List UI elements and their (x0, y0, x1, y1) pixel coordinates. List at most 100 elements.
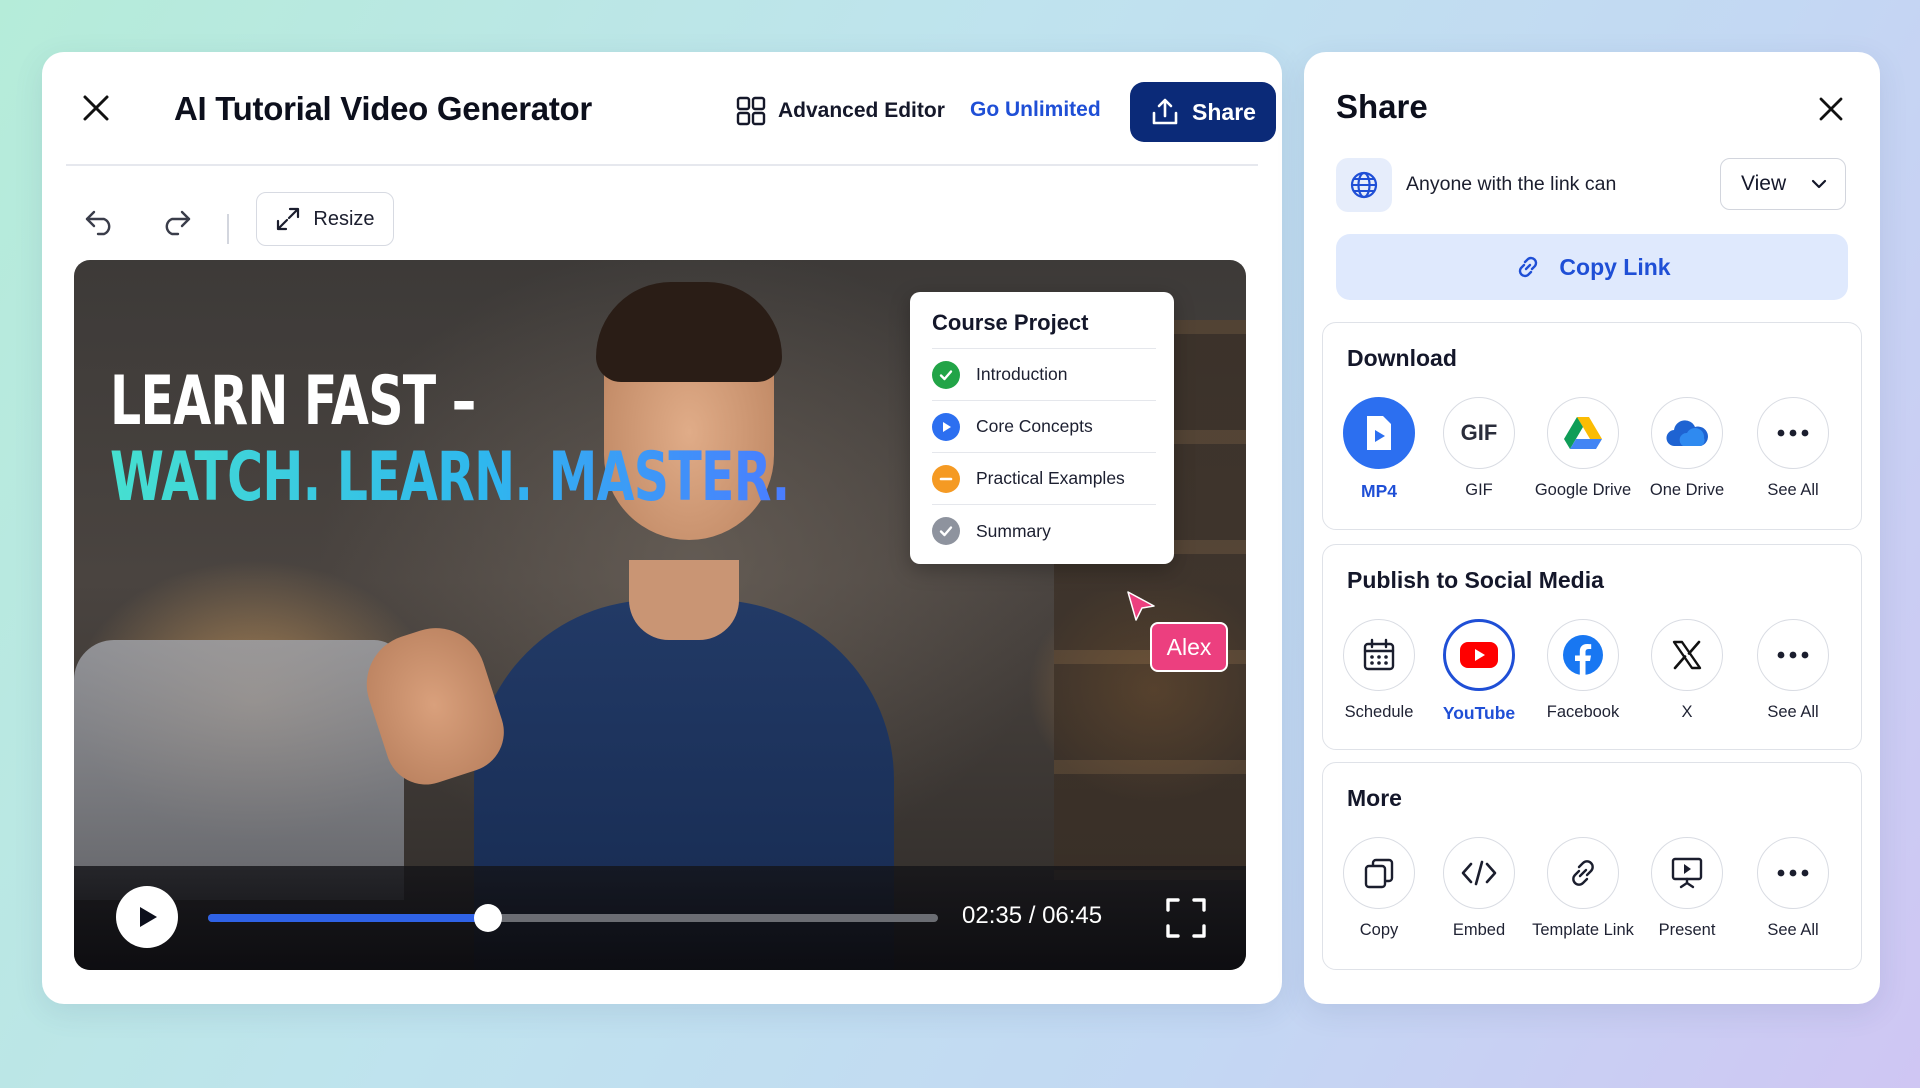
close-share-panel-button[interactable] (1814, 92, 1848, 126)
x-option[interactable]: X (1632, 619, 1742, 722)
download-gif-option[interactable]: GIF GIF (1424, 397, 1534, 500)
check-circle-icon (932, 360, 960, 389)
facebook-option[interactable]: Facebook (1528, 619, 1638, 722)
embed-option[interactable]: Embed (1424, 837, 1534, 940)
background-couch (74, 640, 404, 900)
copy-link-label: Copy Link (1559, 253, 1671, 280)
more-dots-icon (1757, 619, 1829, 691)
resize-arrows-icon (277, 207, 300, 231)
option-label: Template Link (1532, 921, 1634, 939)
go-unlimited-link[interactable]: Go Unlimited (970, 98, 1101, 122)
resize-label: Resize (313, 207, 375, 230)
course-item-label: Introduction (976, 364, 1068, 384)
advanced-editor-button[interactable]: Advanced Editor (736, 94, 945, 128)
more-dots-icon (1757, 397, 1829, 469)
video-headline: LEARN FAST – WATCH. LEARN. MASTER. (110, 364, 790, 516)
schedule-option[interactable]: Schedule (1324, 619, 1434, 722)
option-label: X (1681, 703, 1693, 721)
x-logo-icon (1651, 619, 1723, 691)
toolbar-divider (227, 214, 229, 244)
copy-icon (1343, 837, 1415, 909)
share-button-label: Share (1192, 98, 1256, 125)
option-label: Present (1658, 921, 1716, 939)
share-panel-title: Share (1336, 88, 1428, 125)
download-onedrive-option[interactable]: One Drive (1632, 397, 1742, 500)
link-icon (1547, 837, 1619, 909)
collaborator-cursor-icon (1127, 591, 1155, 621)
share-button[interactable]: Share (1130, 82, 1276, 142)
video-controls: 02:35 / 06:45 (74, 866, 1246, 970)
course-item-label: Practical Examples (976, 468, 1125, 488)
social-media-section: Publish to Social Media Schedule YouTube… (1322, 544, 1862, 750)
resize-button[interactable]: Resize (256, 192, 394, 246)
permission-value: View (1741, 172, 1787, 195)
youtube-option[interactable]: YouTube (1424, 619, 1534, 724)
google-drive-icon (1547, 397, 1619, 469)
option-label: Google Drive (1534, 481, 1632, 499)
option-label: See All (1767, 481, 1819, 499)
course-item[interactable]: Core Concepts (932, 401, 1156, 453)
editor-toolbar: Resize (42, 192, 1282, 248)
time-display: 02:35 / 06:45 (962, 902, 1103, 929)
more-dots-icon (1757, 837, 1829, 909)
minus-circle-icon (932, 464, 960, 493)
option-label: See All (1767, 703, 1819, 721)
play-icon (140, 907, 157, 927)
code-icon (1443, 837, 1515, 909)
undo-button[interactable] (82, 206, 118, 238)
redo-button[interactable] (158, 206, 194, 238)
option-label: See All (1767, 921, 1819, 939)
progress-fill (208, 914, 488, 922)
headline-line-2: WATCH. LEARN. MASTER. (110, 438, 790, 517)
course-item[interactable]: Practical Examples (932, 453, 1156, 505)
copy-option[interactable]: Copy (1324, 837, 1434, 940)
social-section-title: Publish to Social Media (1347, 567, 1604, 593)
option-label: MP4 (1361, 481, 1397, 501)
play-button[interactable] (116, 886, 178, 948)
option-label: Copy (1359, 921, 1399, 939)
course-item-label: Core Concepts (976, 416, 1093, 436)
close-editor-button[interactable] (78, 90, 114, 126)
course-item[interactable]: Introduction (932, 349, 1156, 401)
copy-link-button[interactable]: Copy Link (1336, 234, 1848, 300)
option-label: Schedule (1344, 703, 1414, 721)
fullscreen-icon (1166, 898, 1206, 938)
globe-badge (1336, 158, 1392, 212)
progress-track[interactable] (208, 904, 938, 932)
undo-icon (85, 210, 111, 236)
calendar-icon (1343, 619, 1415, 691)
onedrive-icon (1651, 397, 1723, 469)
course-item[interactable]: Summary (932, 505, 1156, 557)
download-see-all-option[interactable]: See All (1738, 397, 1848, 500)
option-label: Embed (1452, 921, 1506, 939)
close-icon (1819, 97, 1843, 121)
advanced-editor-label: Advanced Editor (778, 99, 945, 122)
present-option[interactable]: Present (1632, 837, 1742, 940)
close-icon (83, 95, 109, 121)
more-see-all-option[interactable]: See All (1738, 837, 1848, 940)
upload-share-icon (1152, 98, 1178, 125)
facebook-icon (1547, 619, 1619, 691)
course-item-label: Summary (976, 520, 1051, 541)
option-label: Facebook (1546, 703, 1620, 721)
video-preview[interactable]: LEARN FAST – WATCH. LEARN. MASTER. Cours… (74, 260, 1246, 970)
course-card-title: Course Project (932, 310, 1156, 349)
download-google-drive-option[interactable]: Google Drive (1528, 397, 1638, 500)
redo-icon (165, 210, 191, 236)
template-link-option[interactable]: Template Link (1528, 837, 1638, 940)
option-label: One Drive (1649, 481, 1725, 499)
gif-icon: GIF (1443, 397, 1515, 469)
globe-icon (1350, 171, 1378, 199)
permission-select[interactable]: View (1720, 158, 1846, 210)
social-see-all-option[interactable]: See All (1738, 619, 1848, 722)
mp4-file-icon (1343, 397, 1415, 469)
editor-panel: AI Tutorial Video Generator Advanced Edi… (42, 52, 1282, 1004)
headline-line-1: LEARN FAST – (110, 362, 476, 441)
youtube-icon (1443, 619, 1515, 691)
download-mp4-option[interactable]: MP4 (1324, 397, 1434, 502)
course-project-card: Course Project Introduction Core Concept… (910, 292, 1174, 564)
link-access-text: Anyone with the link can (1406, 173, 1617, 195)
download-section: Download MP4 GIF GIF Google Drive One Dr… (1322, 322, 1862, 530)
progress-handle[interactable] (473, 904, 502, 932)
fullscreen-button[interactable] (1164, 896, 1208, 940)
